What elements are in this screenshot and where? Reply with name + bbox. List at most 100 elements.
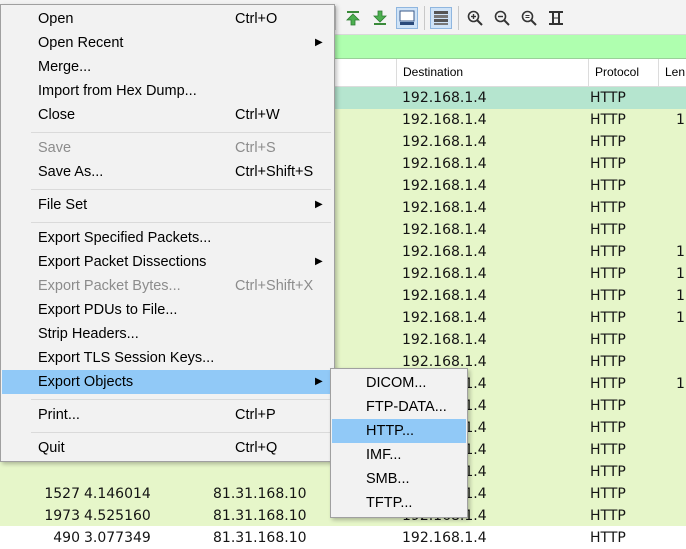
packet-destination: 192.168.1.4 (402, 200, 487, 216)
menu-item-shortcut: Ctrl+Q (235, 440, 278, 456)
menu-item-label: Export Objects (38, 374, 134, 390)
menu-item-label: Save (38, 140, 72, 156)
go-last-icon[interactable] (369, 7, 391, 29)
packet-source: 81.31.168.10 (213, 486, 307, 502)
menu-separator (31, 132, 331, 133)
menu-item-label: Export TLS Session Keys... (38, 350, 215, 366)
zoom-normal-icon[interactable] (518, 7, 540, 29)
menu-item-label: Export Packet Bytes... (38, 278, 181, 294)
menu-item-label: Open (38, 11, 74, 27)
menu-item-quit[interactable]: Quit Ctrl+Q (2, 436, 333, 460)
column-header-length[interactable]: Len (658, 59, 686, 86)
zoom-in-icon[interactable] (464, 7, 486, 29)
menu-item-shortcut: Ctrl+W (235, 107, 280, 123)
submenu-item-smb[interactable]: SMB... (332, 467, 466, 491)
menu-item-label: Close (38, 107, 76, 123)
packet-destination: 192.168.1.4 (402, 178, 487, 194)
menu-item-label: Quit (38, 440, 65, 456)
packet-protocol: HTTP (590, 420, 626, 436)
packet-number: 490 (53, 530, 80, 546)
submenu-arrow-icon: ▶ (315, 256, 323, 267)
packet-protocol: HTTP (590, 486, 626, 502)
menu-separator (31, 432, 331, 433)
menu-item-open[interactable]: Open Ctrl+O (2, 7, 333, 31)
packet-destination: 192.168.1.4 (402, 112, 487, 128)
submenu-item-tftp[interactable]: TFTP... (332, 491, 466, 515)
menu-item-export-pdus[interactable]: Export PDUs to File... (2, 298, 333, 322)
submenu-item-http[interactable]: HTTP... (332, 419, 466, 443)
menu-item-import-hex-dump[interactable]: Import from Hex Dump... (2, 79, 333, 103)
submenu-item-label: TFTP... (366, 495, 413, 511)
menu-separator (31, 222, 331, 223)
submenu-item-imf[interactable]: IMF... (332, 443, 466, 467)
packet-protocol: HTTP (590, 332, 626, 348)
menu-item-label: Merge... (38, 59, 92, 75)
packet-destination: 192.168.1.4 (402, 310, 487, 326)
packet-source: 81.31.168.10 (213, 508, 307, 524)
packet-time: 4.525160 (84, 508, 151, 524)
menu-item-print[interactable]: Print... Ctrl+P (2, 403, 333, 427)
packet-protocol: HTTP (590, 464, 626, 480)
menu-item-shortcut: Ctrl+Shift+S (235, 164, 314, 180)
packet-protocol: HTTP (590, 156, 626, 172)
packet-length: 1 (676, 266, 685, 282)
menu-item-export-packet-bytes: Export Packet Bytes... Ctrl+Shift+X (2, 274, 333, 298)
menu-item-strip-headers[interactable]: Strip Headers... (2, 322, 333, 346)
zoom-out-icon[interactable] (491, 7, 513, 29)
column-header-protocol[interactable]: Protocol (588, 59, 658, 86)
packet-protocol: HTTP (590, 90, 626, 106)
packet-protocol: HTTP (590, 354, 626, 370)
menu-item-close[interactable]: Close Ctrl+W (2, 103, 333, 127)
toolbar-separator (458, 6, 459, 30)
submenu-item-label: DICOM... (366, 375, 427, 391)
menu-item-shortcut: Ctrl+O (235, 11, 278, 27)
packet-destination: 192.168.1.4 (402, 332, 487, 348)
menu-item-label: Strip Headers... (38, 326, 139, 342)
packet-source: 81.31.168.10 (213, 530, 307, 546)
menu-item-label: Open Recent (38, 35, 124, 51)
autoscroll-icon[interactable] (396, 7, 418, 29)
colorize-icon[interactable] (430, 7, 452, 29)
packet-destination: 192.168.1.4 (402, 266, 487, 282)
menu-item-label: Export Specified Packets... (38, 230, 212, 246)
menu-item-open-recent[interactable]: Open Recent ▶ (2, 31, 333, 55)
packet-time: 4.146014 (84, 486, 151, 502)
submenu-arrow-icon: ▶ (315, 376, 323, 387)
menu-item-shortcut: Ctrl+Shift+X (235, 278, 314, 294)
menu-item-file-set[interactable]: File Set ▶ (2, 193, 333, 217)
menu-item-export-packet-dissections[interactable]: Export Packet Dissections ▶ (2, 250, 333, 274)
submenu-arrow-icon: ▶ (315, 37, 323, 48)
packet-protocol: HTTP (590, 376, 626, 392)
packet-protocol: HTTP (590, 398, 626, 414)
packet-destination: 192.168.1.4 (402, 244, 487, 260)
resize-columns-icon[interactable] (545, 7, 567, 29)
submenu-arrow-icon: ▶ (315, 199, 323, 210)
menu-item-label: Export Packet Dissections (38, 254, 207, 270)
packet-protocol: HTTP (590, 244, 626, 260)
menu-item-export-specified-packets[interactable]: Export Specified Packets... (2, 226, 333, 250)
menu-separator (31, 399, 331, 400)
submenu-item-label: SMB... (366, 471, 410, 487)
menu-item-save: Save Ctrl+S (2, 136, 333, 160)
submenu-item-ftp-data[interactable]: FTP-DATA... (332, 395, 466, 419)
submenu-item-dicom[interactable]: DICOM... (332, 371, 466, 395)
packet-protocol: HTTP (590, 288, 626, 304)
menu-item-shortcut: Ctrl+P (235, 407, 276, 423)
column-header-destination[interactable]: Destination (396, 59, 588, 86)
packet-protocol: HTTP (590, 112, 626, 128)
table-row[interactable]: 490 3.077349 81.31.168.10 192.168.1.4 HTTP (0, 527, 686, 549)
export-objects-submenu: DICOM... FTP-DATA... HTTP... IMF... SMB... TF… (330, 368, 468, 518)
packet-number: 1527 (44, 486, 80, 502)
file-menu: Open Ctrl+O Open Recent ▶ Merge... Import fro… (0, 4, 335, 462)
menu-item-save-as[interactable]: Save As... Ctrl+Shift+S (2, 160, 333, 184)
packet-protocol: HTTP (590, 134, 626, 150)
menu-item-label: Save As... (38, 164, 104, 180)
toolbar-separator (335, 6, 336, 30)
menu-item-export-objects[interactable]: Export Objects ▶ (2, 370, 333, 394)
menu-item-merge[interactable]: Merge... (2, 55, 333, 79)
menu-item-export-tls-keys[interactable]: Export TLS Session Keys... (2, 346, 333, 370)
go-first-icon[interactable] (342, 7, 364, 29)
toolbar-separator (424, 6, 425, 30)
menu-item-label: Export PDUs to File... (38, 302, 178, 318)
packet-destination: 192.168.1.4 (402, 134, 487, 150)
